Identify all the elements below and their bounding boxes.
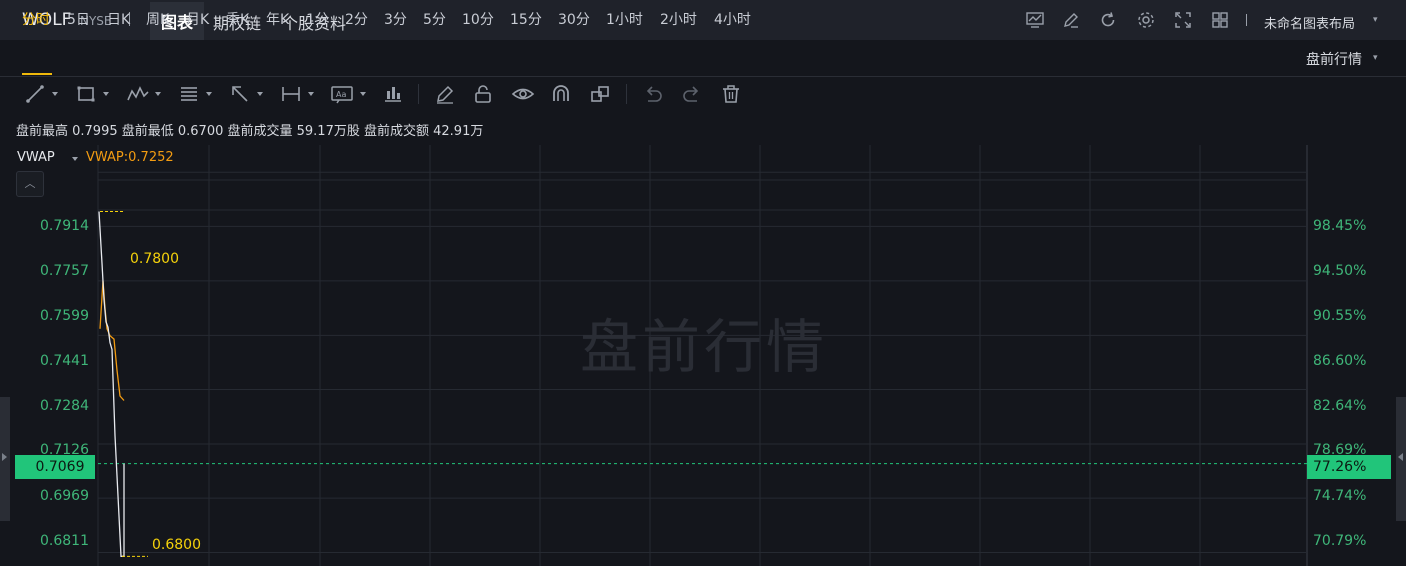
premarket-stats: 盘前最高 0.7995 盘前最低 0.6700 盘前成交量 59.17万股 盘前…: [16, 124, 484, 139]
period-2h[interactable]: 2小时: [660, 9, 697, 29]
current-pct-tag: 77.26%: [1307, 455, 1391, 479]
collapse-icon[interactable]: ︿: [16, 171, 44, 197]
fib-icon[interactable]: [178, 83, 200, 107]
pct-tick-label: 82.64%: [1313, 398, 1367, 414]
chevron-down-icon[interactable]: [52, 92, 58, 96]
chevron-right-icon: [2, 453, 7, 461]
chevron-left-icon: [1398, 453, 1403, 461]
chevron-down-icon[interactable]: [308, 92, 314, 96]
period-1h[interactable]: 1小时: [606, 9, 643, 29]
price-line: [98, 211, 125, 557]
right-panel-handle[interactable]: [1396, 397, 1406, 521]
chevron-down-icon[interactable]: [103, 92, 109, 96]
pct-tick-label: 94.50%: [1313, 263, 1367, 279]
chevron-down-icon[interactable]: [155, 92, 161, 96]
eye-icon[interactable]: [511, 83, 535, 107]
pct-tick-label: 70.79%: [1313, 533, 1367, 549]
y-tick-label: 0.7599: [40, 308, 89, 324]
lock-icon[interactable]: [472, 83, 494, 107]
period-3m[interactable]: 3分: [384, 9, 407, 29]
period-intraday[interactable]: 分时: [22, 9, 50, 29]
session-select[interactable]: 盘前行情: [1306, 49, 1362, 69]
chevron-down-icon[interactable]: [72, 157, 78, 161]
rectangle-icon[interactable]: [75, 83, 97, 107]
y-tick-label: 0.6811: [40, 533, 89, 549]
grid-layout-icon[interactable]: [1210, 10, 1230, 30]
period-1m[interactable]: 1分: [306, 9, 329, 29]
settings-icon[interactable]: [1136, 10, 1156, 30]
y-tick-label: 0.7441: [40, 353, 89, 369]
measure-icon[interactable]: [280, 83, 302, 107]
fullscreen-icon[interactable]: [1173, 10, 1193, 30]
period-15m[interactable]: 15分: [510, 9, 542, 29]
text-annotation-icon[interactable]: Aa: [330, 83, 354, 107]
y-tick-label: 0.7757: [40, 263, 89, 279]
current-price-tag: 0.7069: [15, 455, 95, 479]
period-bar: [0, 40, 1406, 77]
left-panel-handle[interactable]: [0, 397, 10, 521]
divider: [1246, 14, 1247, 26]
pct-tick-label: 74.74%: [1313, 488, 1367, 504]
period-weekly[interactable]: 周K: [146, 9, 169, 29]
top-bar: [0, 0, 1406, 40]
pattern-icon[interactable]: [126, 83, 150, 107]
period-2m[interactable]: 2分: [345, 9, 368, 29]
edit-icon[interactable]: [1061, 10, 1081, 30]
chevron-down-icon[interactable]: [206, 92, 212, 96]
refresh-icon[interactable]: [1098, 10, 1118, 30]
chevron-down-icon: ▾: [1373, 15, 1378, 25]
indicator-icon[interactable]: [382, 83, 404, 107]
watermark: 盘前行情: [580, 313, 829, 381]
low-price-label: 0.6800: [152, 537, 201, 553]
period-monthly[interactable]: 月K: [186, 9, 209, 29]
current-pct-value: 77.26%: [1313, 459, 1367, 475]
y-tick-label: 0.7914: [40, 218, 89, 234]
pct-tick-label: 86.60%: [1313, 353, 1367, 369]
indicator-name[interactable]: VWAP: [17, 150, 55, 165]
redo-icon[interactable]: [681, 83, 703, 107]
period-quarterly[interactable]: 季K: [226, 9, 249, 29]
divider: [626, 84, 627, 104]
y-tick-label: 0.6969: [40, 488, 89, 504]
indicator-value: VWAP:0.7252: [86, 150, 174, 165]
period-yearly[interactable]: 年K: [266, 9, 289, 29]
period-5m[interactable]: 5分: [423, 9, 446, 29]
pencil-icon[interactable]: [434, 83, 456, 107]
svg-text:Aa: Aa: [336, 90, 346, 99]
period-4h[interactable]: 4小时: [714, 9, 751, 29]
undo-icon[interactable]: [642, 83, 664, 107]
pct-tick-label: 90.55%: [1313, 308, 1367, 324]
period-10m[interactable]: 10分: [462, 9, 494, 29]
active-period-underline: [22, 73, 52, 75]
trash-icon[interactable]: [720, 83, 742, 107]
pct-tick-label: 98.45%: [1313, 218, 1367, 234]
chevron-down-icon[interactable]: [257, 92, 263, 96]
chart-screen-icon[interactable]: [1025, 10, 1045, 30]
layers-icon[interactable]: [589, 83, 611, 107]
period-30m[interactable]: 30分: [558, 9, 590, 29]
current-price-value: 0.7069: [35, 459, 85, 475]
chevron-down-icon[interactable]: [360, 92, 366, 96]
chevron-down-icon: ▾: [1373, 53, 1378, 63]
divider: [418, 84, 419, 104]
y-tick-label: 0.7284: [40, 398, 89, 414]
period-daily[interactable]: 日K: [107, 9, 130, 29]
period-5d[interactable]: 5日: [67, 9, 90, 29]
high-price-label: 0.7800: [130, 251, 179, 267]
layout-name-dropdown[interactable]: 未命名图表布局: [1264, 13, 1355, 32]
trend-line-icon[interactable]: [24, 83, 46, 107]
arrow-icon[interactable]: [229, 83, 251, 107]
magnet-icon[interactable]: [550, 83, 572, 107]
